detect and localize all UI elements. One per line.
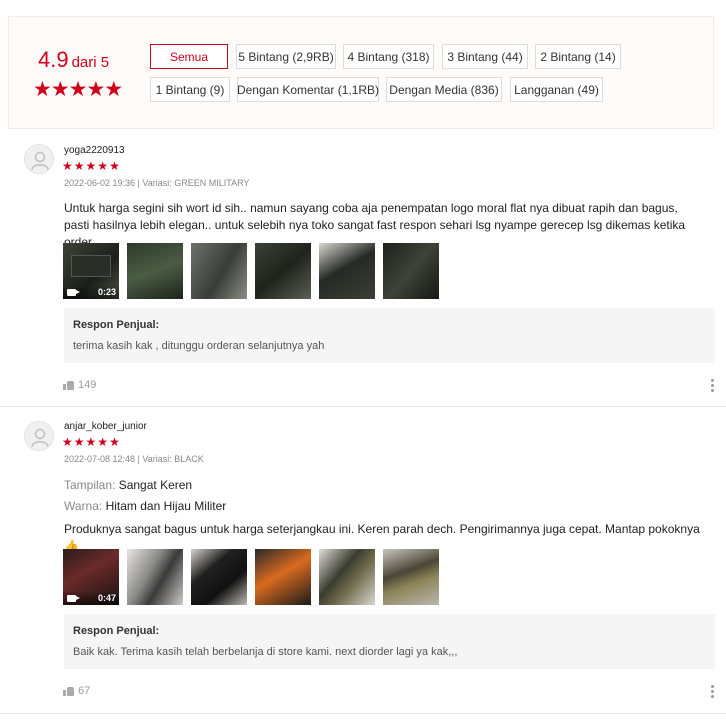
review-photo-thumbnail[interactable] (383, 549, 439, 605)
filter-with-comment[interactable]: Dengan Komentar (1,1RB) (237, 77, 379, 102)
like-count: 149 (78, 379, 97, 391)
seller-response: Respon Penjual: terima kasih kak , ditun… (64, 308, 715, 363)
attribute-key: Tampilan: (64, 478, 116, 492)
review-stars: ★ ★ ★ ★ ★ (62, 160, 121, 172)
attribute-value: Sangat Keren (118, 478, 193, 492)
filter-with-media[interactable]: Dengan Media (836) (386, 77, 502, 102)
review-video-thumbnail[interactable]: 0:23 (63, 243, 119, 299)
video-overlay: 0:47 (63, 591, 119, 605)
thumbs-up-icon (63, 380, 74, 390)
star-icon: ★ (104, 78, 123, 101)
thumbs-up-icon (63, 686, 74, 696)
score-out-of: dari 5 (71, 54, 110, 71)
filter-all[interactable]: Semua (150, 44, 228, 69)
video-duration: 0:47 (97, 593, 116, 603)
star-icon: ★ (85, 435, 97, 449)
star-icon: ★ (68, 78, 88, 101)
star-icon: ★ (109, 435, 120, 449)
avatar[interactable] (24, 421, 54, 451)
review-photo-thumbnail[interactable] (255, 243, 311, 299)
more-options-icon[interactable] (711, 379, 714, 392)
seller-response: Respon Penjual: Baik kak. Terima kasih t… (64, 614, 715, 669)
review-video-thumbnail[interactable]: 0:47 (63, 549, 119, 605)
seller-response-title: Respon Penjual: (73, 625, 160, 637)
review-photo-thumbnail[interactable] (255, 549, 311, 605)
review-photo-thumbnail[interactable] (127, 549, 183, 605)
review-photo-thumbnail[interactable] (191, 549, 247, 605)
review-photo-thumbnail[interactable] (319, 549, 375, 605)
filter-subscription[interactable]: Langganan (49) (510, 77, 603, 102)
star-icon: ★ (50, 78, 70, 101)
star-icon: ★ (86, 78, 105, 101)
review-attribute-color: Warna: Hitam dan Hijau Militer (64, 499, 226, 513)
star-icon: ★ (73, 435, 85, 449)
star-icon: ★ (62, 435, 73, 449)
reviewer-username[interactable]: yoga2220913 (64, 145, 125, 156)
video-camera-icon (67, 289, 80, 296)
reviewer-username[interactable]: anjar_kober_junior (64, 421, 147, 432)
video-camera-icon (67, 595, 80, 602)
attribute-value: Hitam dan Hijau Militer (105, 499, 227, 513)
filter-1-star[interactable]: 1 Bintang (9) (150, 77, 230, 102)
attribute-key: Warna: (64, 499, 103, 513)
star-icon: ★ (85, 159, 97, 173)
seller-response-title: Respon Penjual: (73, 319, 160, 331)
review-meta: 2022-06-02 19:36 | Variasi: GREEN MILITA… (64, 178, 250, 188)
review-photo-thumbnail[interactable] (383, 243, 439, 299)
review-item: anjar_kober_junior ★ ★ ★ ★ ★ 2022-07-08 12:4… (0, 408, 726, 714)
average-score: 4.9 dari 5 (38, 47, 109, 73)
seller-response-text: terima kasih kak , ditunggu orderan sela… (73, 340, 325, 352)
avatar-icon (31, 428, 49, 447)
filter-3-stars[interactable]: 3 Bintang (44) (442, 44, 528, 69)
average-stars: ★ ★ ★ ★ ★ (33, 78, 123, 101)
like-button[interactable]: 149 (63, 379, 96, 391)
star-icon: ★ (73, 159, 85, 173)
review-photo-thumbnail[interactable] (191, 243, 247, 299)
video-duration: 0:23 (97, 287, 116, 297)
seller-response-text: Baik kak. Terima kasih telah berbelanja … (73, 646, 458, 658)
star-icon: ★ (109, 159, 120, 173)
like-count: 67 (78, 685, 91, 697)
like-button[interactable]: 67 (63, 685, 90, 697)
video-overlay: 0:23 (63, 285, 119, 299)
score-value: 4.9 (38, 47, 69, 72)
star-icon: ★ (33, 78, 52, 101)
review-meta: 2022-07-08 12:48 | Variasi: BLACK (64, 454, 204, 464)
more-options-icon[interactable] (711, 685, 714, 698)
avatar-icon (31, 151, 49, 170)
filter-2-stars[interactable]: 2 Bintang (14) (535, 44, 621, 69)
review-stars: ★ ★ ★ ★ ★ (62, 436, 121, 448)
bag-image (71, 255, 111, 277)
star-icon: ★ (97, 159, 109, 173)
review-item: yoga2220913 ★ ★ ★ ★ ★ 2022-06-02 19:36 | Var… (0, 130, 726, 407)
filter-5-stars[interactable]: 5 Bintang (2,9RB) (236, 44, 336, 69)
rating-summary: 4.9 dari 5 ★ ★ ★ ★ ★ Semua 5 Bintang (2,9RB) … (8, 16, 714, 129)
review-photo-thumbnail[interactable] (127, 243, 183, 299)
filter-4-stars[interactable]: 4 Bintang (318) (343, 44, 434, 69)
review-photo-thumbnail[interactable] (319, 243, 375, 299)
avatar[interactable] (24, 144, 54, 174)
star-icon: ★ (97, 435, 109, 449)
review-attribute-appearance: Tampilan: Sangat Keren (64, 478, 192, 492)
star-icon: ★ (62, 159, 73, 173)
